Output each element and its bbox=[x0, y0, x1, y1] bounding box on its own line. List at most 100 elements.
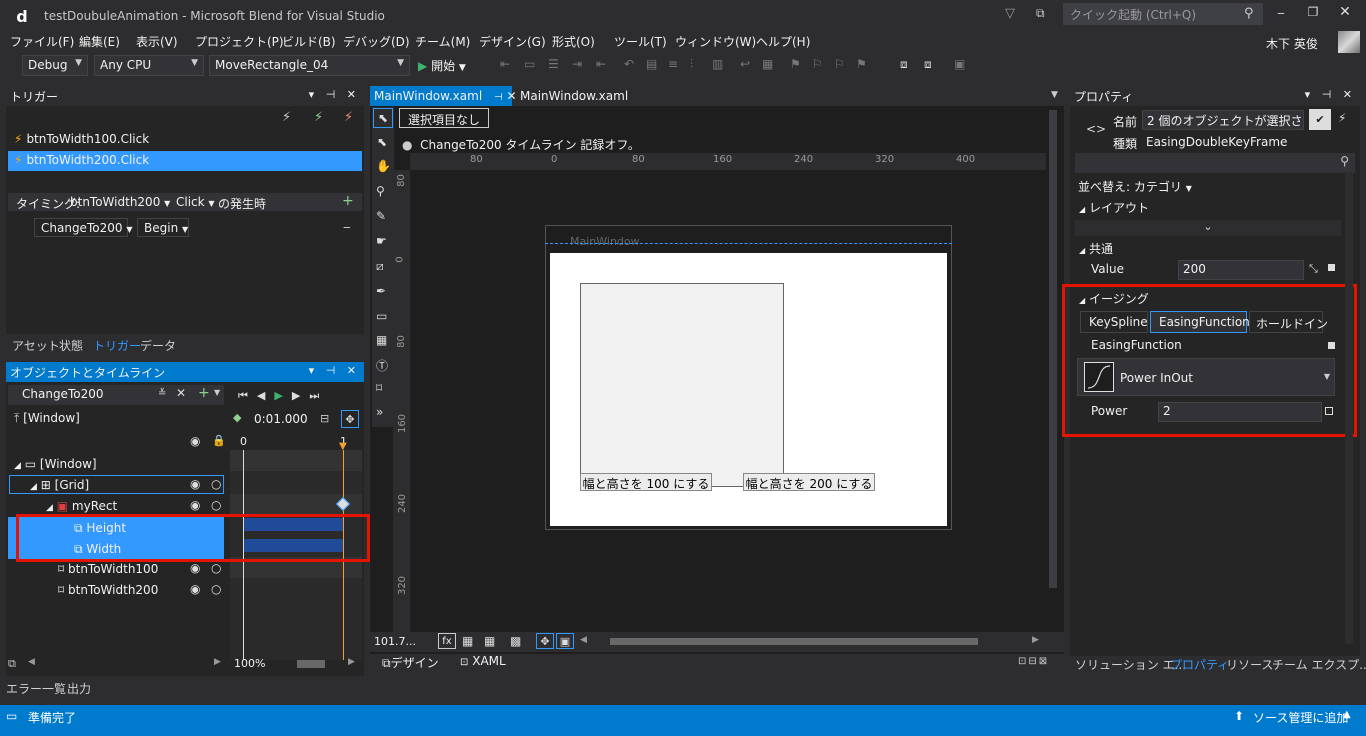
prev-frame-icon[interactable]: ◀ bbox=[257, 389, 274, 402]
pin-icon[interactable]: ⊣ bbox=[494, 92, 503, 103]
tab-error-list[interactable]: エラー一覧 bbox=[6, 680, 66, 697]
text-tool-icon[interactable]: Ⓣ bbox=[376, 357, 388, 374]
scroll-right-icon[interactable]: ▶ bbox=[1032, 635, 1039, 645]
storyboard-picker[interactable]: ChangeTo200 bbox=[8, 385, 224, 405]
value-field[interactable]: 200 bbox=[1178, 260, 1304, 280]
expand-more-icon[interactable]: ⌄ bbox=[1075, 220, 1341, 236]
comment-icon[interactable]: ▤ bbox=[646, 57, 662, 73]
menu-team[interactable]: チーム(M) bbox=[415, 33, 470, 50]
avatar[interactable] bbox=[1338, 31, 1360, 53]
format-icon[interactable]: ⫶ bbox=[690, 57, 706, 73]
add-property-trigger-icon[interactable]: ⚡ bbox=[282, 110, 291, 125]
tab-triggers[interactable]: トリガー bbox=[93, 337, 141, 354]
eye-icon[interactable]: ◉ bbox=[190, 477, 200, 491]
lock-toggle-icon[interactable]: ○ bbox=[211, 561, 221, 575]
start-button[interactable]: ▶ 開始 ▼ bbox=[418, 57, 466, 74]
close-storyboard-icon[interactable]: ✕ bbox=[176, 386, 186, 400]
menu-design[interactable]: デザイン(G) bbox=[479, 33, 546, 50]
snapping-icon[interactable]: ⊟ bbox=[320, 412, 329, 425]
bookmark-prev-icon[interactable]: ⚐ bbox=[812, 57, 828, 73]
expand-icon[interactable]: ◢ bbox=[30, 482, 37, 492]
menu-format[interactable]: 形式(O) bbox=[552, 33, 595, 50]
recording-status[interactable]: ● ChangeTo200 タイムライン 記録オフ。 bbox=[402, 136, 640, 153]
bookmark-next-icon[interactable]: ⚐ bbox=[834, 57, 850, 73]
tab-properties[interactable]: プロパティ bbox=[1170, 656, 1229, 673]
window-preview[interactable]: MainWindow 幅と高さを 100 にする 幅と高さを 200 にする bbox=[545, 225, 952, 530]
btn-width-200[interactable]: 幅と高さを 200 にする bbox=[743, 473, 875, 491]
next-frame-icon[interactable]: ▶ bbox=[292, 389, 309, 402]
nav-back-icon[interactable]: ↶ bbox=[624, 57, 640, 73]
tab-states[interactable]: 状態 bbox=[59, 337, 83, 354]
feedback-icon[interactable]: ⧉ bbox=[1036, 6, 1045, 21]
outdent-icon[interactable]: ⇤ bbox=[596, 57, 612, 73]
menu-file[interactable]: ファイル(F) bbox=[10, 33, 74, 50]
first-frame-icon[interactable]: ⏮ bbox=[238, 389, 257, 402]
last-frame-icon[interactable]: ⏭ bbox=[309, 389, 328, 402]
tab-resources[interactable]: リソース bbox=[1226, 656, 1273, 673]
tab-data[interactable]: データ bbox=[140, 337, 176, 354]
tree-item-btn100[interactable]: ⌑ btnToWidth100 bbox=[58, 559, 284, 580]
trigger-item-selected[interactable]: ⚡ btnToWidth200.Click bbox=[8, 151, 362, 171]
gradient-icon[interactable]: ⧄ bbox=[376, 259, 384, 274]
scroll-left-icon[interactable]: ◀ bbox=[580, 635, 587, 645]
visibility-all-icon[interactable]: ◉ bbox=[190, 434, 200, 448]
remove-trigger-icon[interactable]: ⚡ bbox=[344, 110, 353, 125]
menu-edit[interactable]: 編集(E) bbox=[79, 33, 120, 50]
trigger-item[interactable]: ⚡ btnToWidth100.Click bbox=[8, 130, 362, 150]
tab-output[interactable]: 出力 bbox=[67, 680, 91, 697]
myrect-preview[interactable] bbox=[580, 283, 784, 487]
expand-icon[interactable]: ◢ bbox=[14, 461, 21, 471]
play-icon[interactable]: ▶ bbox=[274, 389, 291, 402]
events-icon[interactable]: ⚡ bbox=[1338, 111, 1346, 125]
panel-controls-icon[interactable]: ▾ ⊣ ✕ bbox=[309, 364, 360, 377]
config-dropdown[interactable]: Debug ▼ bbox=[22, 55, 88, 76]
uncomment-icon[interactable]: ▥ bbox=[712, 57, 728, 73]
panel-controls-icon[interactable]: ▾ ⊣ ✕ bbox=[309, 88, 360, 101]
wrap-icon[interactable]: ↩ bbox=[740, 57, 756, 73]
source-control-button[interactable]: ソース管理に追加 bbox=[1253, 709, 1348, 726]
menu-debug[interactable]: デバッグ(D) bbox=[343, 33, 410, 50]
pen-icon[interactable]: ✒ bbox=[376, 284, 386, 298]
scroll-left-icon[interactable]: ◀ bbox=[28, 657, 35, 667]
chevron-down-icon[interactable]: ▼ bbox=[214, 388, 220, 397]
add-action-icon[interactable]: + bbox=[342, 193, 354, 209]
list-icon[interactable]: ☰ bbox=[548, 57, 564, 73]
build-icon[interactable]: ⧈ bbox=[900, 57, 916, 73]
record-keyframe-icon[interactable]: ◆ bbox=[233, 411, 241, 424]
tab-list-icon[interactable]: ▼ bbox=[1051, 90, 1058, 100]
window-client[interactable]: 幅と高さを 100 にする 幅と高さを 200 にする bbox=[550, 253, 947, 526]
doc-tab[interactable]: MainWindow.xaml bbox=[520, 89, 628, 103]
bookmark-folder-icon[interactable]: ⚑ bbox=[856, 57, 872, 73]
restore-icon[interactable]: ❐ bbox=[1306, 5, 1320, 19]
menu-build[interactable]: ビルド(B) bbox=[282, 33, 336, 50]
platform-dropdown[interactable]: Any CPU ▼ bbox=[94, 55, 204, 76]
selection-tool-icon[interactable]: ⬉ bbox=[373, 108, 393, 128]
block-icon[interactable]: ▦ bbox=[762, 57, 778, 73]
minimize-icon[interactable]: ‒ bbox=[1274, 6, 1288, 20]
rectangle-tool-icon[interactable]: ▭ bbox=[376, 309, 387, 323]
playback-controls[interactable]: ⏮◀▶▶⏭ bbox=[238, 389, 328, 403]
tab-xaml-view[interactable]: ⊡ XAML bbox=[460, 654, 506, 668]
background-icon[interactable]: ▩ bbox=[510, 634, 521, 648]
timeline-mode-icon[interactable]: ✥ bbox=[341, 410, 359, 428]
vertical-scrollbar[interactable] bbox=[1049, 110, 1057, 588]
close-icon[interactable]: ✕ bbox=[1338, 4, 1352, 20]
tree-view-icon[interactable]: ⧉ bbox=[8, 657, 16, 671]
property-search[interactable]: ⚲ bbox=[1075, 153, 1355, 173]
eyedropper-icon[interactable]: ✎ bbox=[376, 209, 386, 223]
timing-source-dropdown[interactable]: btnToWidth200 ▼ bbox=[70, 195, 170, 209]
filter-icon[interactable]: ▽ bbox=[1005, 6, 1015, 21]
tree-item-btn200[interactable]: ⌑ btnToWidth200 bbox=[58, 580, 284, 601]
tree-item-grid[interactable]: ◢ ⊞ [Grid] bbox=[30, 475, 256, 496]
scroll-right-icon[interactable]: ▶ bbox=[348, 657, 355, 667]
snap-grid-icon[interactable]: ▦ bbox=[484, 634, 495, 648]
step-icon[interactable]: ⇤ bbox=[500, 57, 516, 73]
advanced-options-icon[interactable] bbox=[1328, 264, 1335, 271]
horizontal-scroll-thumb[interactable] bbox=[610, 638, 978, 645]
category-layout[interactable]: ◢ レイアウト bbox=[1079, 199, 1149, 216]
add-event-trigger-icon[interactable]: ⚡ bbox=[314, 110, 323, 125]
indent-icon[interactable]: ⇥ bbox=[572, 57, 588, 73]
fx-icon[interactable]: fx bbox=[438, 633, 456, 649]
paint-bucket-icon[interactable]: ☛ bbox=[376, 234, 387, 248]
annotations-icon[interactable]: ▣ bbox=[556, 633, 574, 649]
